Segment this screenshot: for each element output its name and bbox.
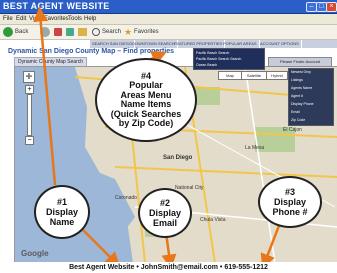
callout-display-name: #1 Display Name (34, 185, 90, 239)
callout-line: Display (45, 207, 78, 217)
callout-display-email: #2 Display Email (138, 188, 192, 238)
callout-line: Name (49, 217, 75, 227)
callout-line: Display (148, 208, 181, 218)
callout-line: Email (152, 218, 177, 228)
callout-number: #2 (159, 198, 170, 208)
arrow-1-down (77, 224, 121, 268)
callout-line: by Zip Code) (118, 118, 174, 128)
callout-number: #1 (56, 197, 67, 207)
arrow-1-up (33, 6, 57, 186)
site-footer: Best Agent Website • JohnSmith@email.com… (0, 262, 337, 273)
callout-line: Display (273, 197, 306, 207)
callout-popular-areas: #4 Popular Areas Menu Name Items (Quick … (95, 58, 197, 142)
callout-line: Phone # (272, 207, 308, 217)
callout-number: #3 (284, 187, 295, 197)
callout-display-phone: #3 Display Phone # (258, 176, 322, 228)
